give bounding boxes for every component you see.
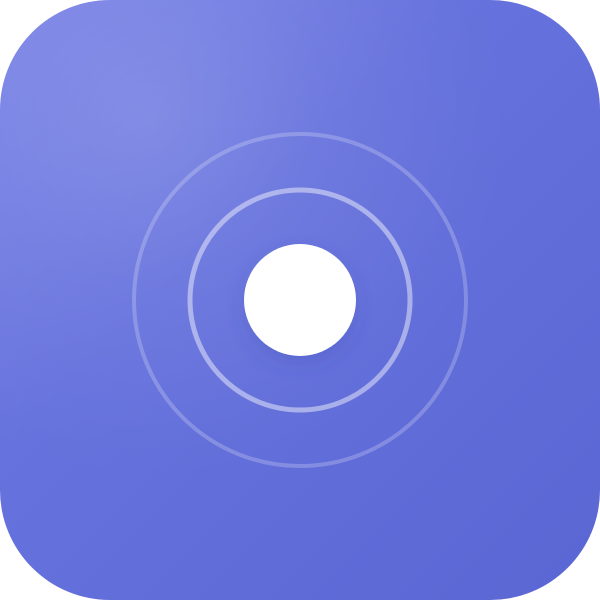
app-icon-tile[interactable] [0, 0, 600, 600]
center-dot-icon [244, 244, 356, 356]
signal-icon-graphic [132, 132, 468, 468]
signal-icon [0, 0, 600, 600]
